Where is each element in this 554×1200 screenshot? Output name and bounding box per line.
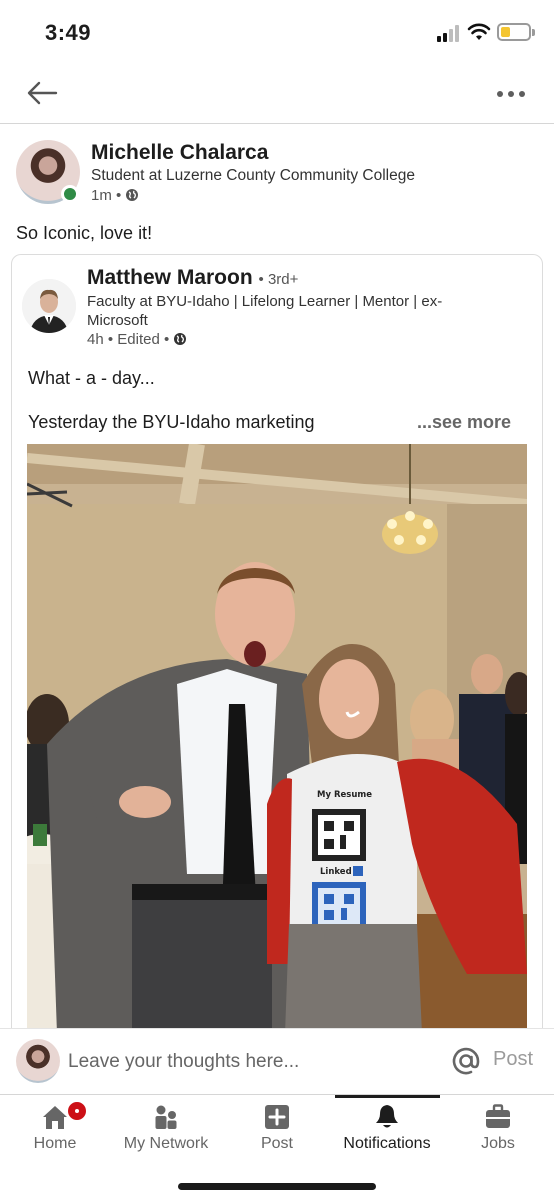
post-text-line-2: Yesterday the BYU-Idaho marketing	[28, 412, 315, 432]
comment-header: Michelle Chalarca Student at Luzerne Cou…	[0, 124, 554, 244]
author-name[interactable]: Matthew Maroon • 3rd+	[87, 266, 298, 290]
tab-home-label: Home	[33, 1135, 77, 1152]
tab-my-network[interactable]: My Network	[111, 1095, 221, 1165]
bell-icon	[376, 1105, 398, 1128]
connection-degree: • 3rd+	[258, 271, 299, 288]
post-comment-button[interactable]: Post	[493, 1048, 533, 1071]
status-bar: 3:49	[0, 0, 554, 66]
commenter-name[interactable]: Michelle Chalarca	[91, 141, 268, 165]
tab-jobs-label: Jobs	[481, 1135, 515, 1152]
tab-post-label: Post	[260, 1135, 293, 1152]
nav-bar	[0, 66, 554, 124]
post-plus-icon	[265, 1105, 289, 1129]
globe-icon	[174, 333, 187, 345]
tab-jobs[interactable]: Jobs	[443, 1095, 553, 1165]
online-status-icon	[61, 185, 79, 203]
shirt-text-top: My Resume	[317, 790, 372, 800]
post-time: 4h	[87, 331, 104, 348]
meta-dot: •	[116, 187, 126, 204]
author-name-text: Matthew Maroon	[87, 266, 253, 289]
author-avatar[interactable]	[22, 279, 76, 333]
author-headline: Faculty at BYU-Idaho | Lifelong Learner …	[87, 293, 443, 329]
tab-post[interactable]: Post	[222, 1095, 332, 1165]
my-avatar	[16, 1039, 60, 1083]
shirt-text-bottom: Linked	[320, 867, 352, 877]
shared-post-card[interactable]: Matthew Maroon • 3rd+ Faculty at BYU-Ida…	[11, 254, 543, 1054]
home-indicator	[178, 1183, 376, 1190]
mention-at-icon[interactable]	[451, 1046, 481, 1076]
notification-badge	[66, 1100, 88, 1122]
battery-icon	[497, 23, 535, 41]
tab-notifications[interactable]: Notifications	[332, 1095, 442, 1165]
wifi-icon	[467, 23, 491, 40]
comment-input[interactable]	[68, 1047, 428, 1077]
edited-label: Edited	[117, 331, 160, 348]
see-more-link[interactable]: ...see more	[417, 412, 511, 433]
home-icon	[43, 1106, 67, 1129]
comment-text: So Iconic, love it!	[16, 223, 153, 243]
cellular-signal-icon	[437, 24, 461, 42]
commenter-meta: 1m •	[91, 187, 139, 204]
tab-home[interactable]: Home	[0, 1095, 110, 1165]
comment-timestamp: 1m	[91, 187, 112, 204]
meta-dot: •	[164, 331, 174, 348]
comment-bar: Post	[0, 1028, 554, 1094]
post-text-line-1: What - a - day...	[28, 368, 155, 388]
globe-icon	[126, 189, 139, 201]
post-meta: 4h • Edited •	[87, 331, 187, 348]
status-time: 3:49	[45, 20, 92, 45]
back-arrow-icon[interactable]	[24, 78, 60, 108]
briefcase-icon	[486, 1104, 510, 1128]
tab-notifications-label: Notifications	[343, 1135, 431, 1152]
post-photo[interactable]: My Resume Linked	[27, 444, 527, 1034]
tab-my-network-label: My Network	[123, 1135, 209, 1152]
network-icon	[155, 1105, 177, 1129]
commenter-headline: Student at Luzerne County Community Coll…	[91, 167, 415, 184]
more-options-icon[interactable]	[494, 82, 528, 106]
degree-text: 3rd+	[267, 271, 299, 288]
meta-dot: •	[107, 331, 118, 348]
